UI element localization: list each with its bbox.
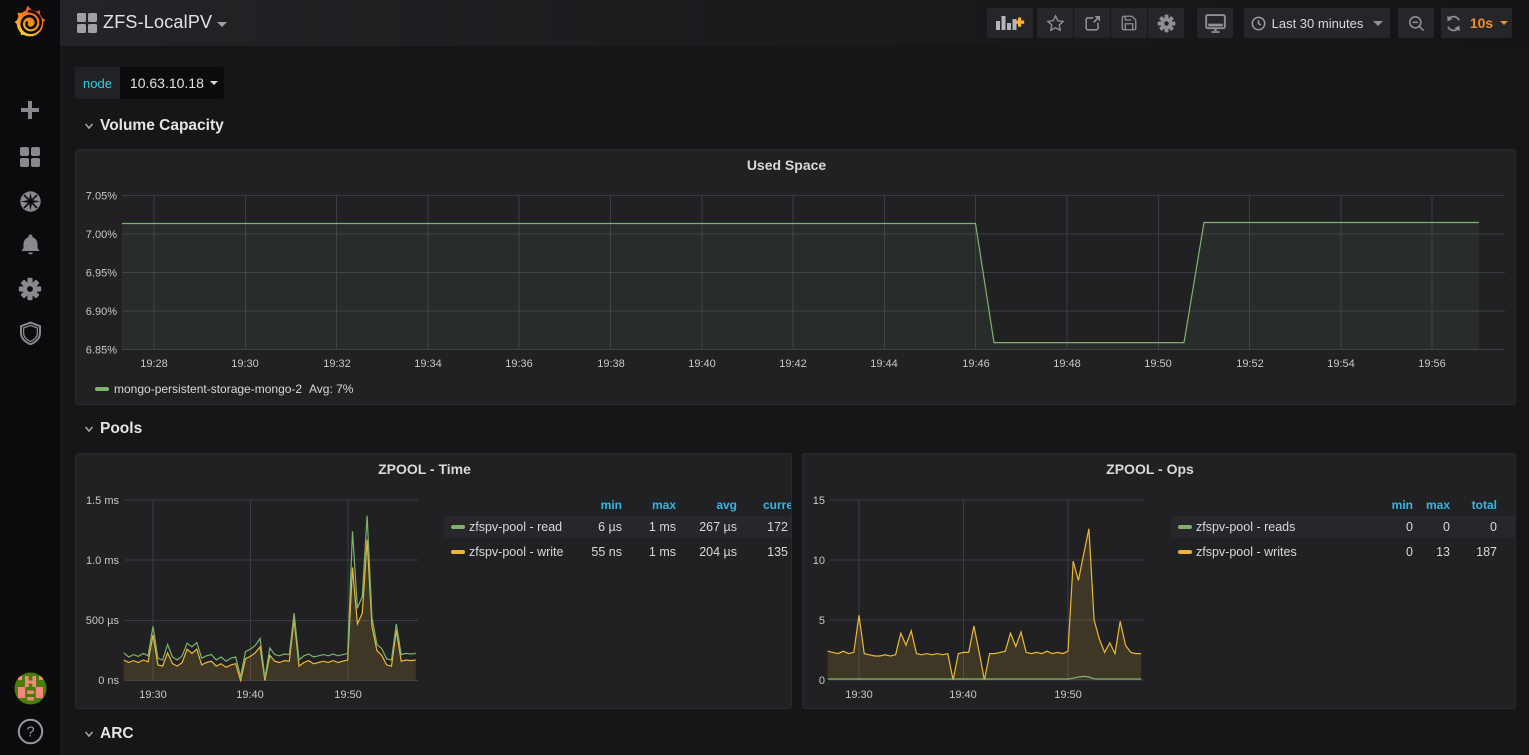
svg-text:mongo-persistent-storage-mongo: mongo-persistent-storage-mongo-2 [114,382,302,396]
svg-text:13: 13 [1436,545,1450,559]
svg-text:zfspv-pool - write: zfspv-pool - write [469,545,564,559]
svg-text:10: 10 [813,555,825,567]
svg-text:1 ms: 1 ms [649,545,676,559]
svg-text:19:30: 19:30 [231,358,259,370]
svg-text:19:56: 19:56 [1418,358,1446,370]
svg-text:7.05%: 7.05% [86,191,117,203]
svg-text:7.00%: 7.00% [86,229,117,241]
svg-text:6.85%: 6.85% [86,345,117,357]
svg-text:19:40: 19:40 [236,689,264,701]
svg-text:15: 15 [813,495,825,507]
svg-text:187: 187 [1476,545,1497,559]
svg-text:0: 0 [1443,520,1450,534]
svg-text:Avg: 7%: Avg: 7% [309,382,354,396]
svg-text:19:44: 19:44 [870,358,898,370]
svg-text:0 ns: 0 ns [98,675,119,687]
svg-text:6 µs: 6 µs [598,520,622,534]
svg-text:19:50: 19:50 [1144,358,1172,370]
svg-text:?: ? [26,724,34,741]
svg-text:135: 135 [767,545,788,559]
svg-text:500 µs: 500 µs [86,615,120,627]
svg-text:6.90%: 6.90% [86,306,117,318]
svg-text:0: 0 [819,675,825,687]
svg-text:zfspv-pool - writes: zfspv-pool - writes [1196,545,1297,559]
svg-text:19:48: 19:48 [1053,358,1081,370]
svg-text:1 ms: 1 ms [649,520,676,534]
svg-text:zfspv-pool - read: zfspv-pool - read [469,520,562,534]
svg-text:1.0 ms: 1.0 ms [86,555,120,567]
svg-text:max: max [652,498,676,512]
svg-text:19:30: 19:30 [139,689,167,701]
svg-text:172: 172 [767,520,788,534]
svg-text:0: 0 [1406,545,1413,559]
svg-text:19:38: 19:38 [597,358,625,370]
svg-text:avg: avg [716,498,737,512]
svg-text:0: 0 [1406,520,1413,534]
svg-text:19:40: 19:40 [949,689,977,701]
svg-text:55 ns: 55 ns [591,545,622,559]
svg-text:19:42: 19:42 [779,358,807,370]
svg-text:current: current [763,498,791,512]
svg-text:total: total [1472,498,1497,512]
svg-text:19:30: 19:30 [845,689,873,701]
svg-text:267 µs: 267 µs [699,520,737,534]
svg-text:19:36: 19:36 [505,358,533,370]
svg-text:19:40: 19:40 [688,358,716,370]
svg-text:19:50: 19:50 [334,689,362,701]
svg-text:204 µs: 204 µs [699,545,737,559]
svg-text:19:28: 19:28 [140,358,168,370]
svg-text:1.5 ms: 1.5 ms [86,495,120,507]
svg-text:19:46: 19:46 [962,358,990,370]
svg-text:zfspv-pool - reads: zfspv-pool - reads [1196,520,1295,534]
svg-text:0: 0 [1490,520,1497,534]
svg-text:5: 5 [819,615,825,627]
svg-text:6.95%: 6.95% [86,268,117,280]
svg-text:min: min [601,498,622,512]
svg-text:19:54: 19:54 [1327,358,1355,370]
svg-text:19:34: 19:34 [414,358,442,370]
svg-text:19:32: 19:32 [323,358,351,370]
svg-text:19:50: 19:50 [1054,689,1082,701]
svg-text:max: max [1426,498,1450,512]
svg-text:19:52: 19:52 [1236,358,1264,370]
svg-text:min: min [1392,498,1413,512]
